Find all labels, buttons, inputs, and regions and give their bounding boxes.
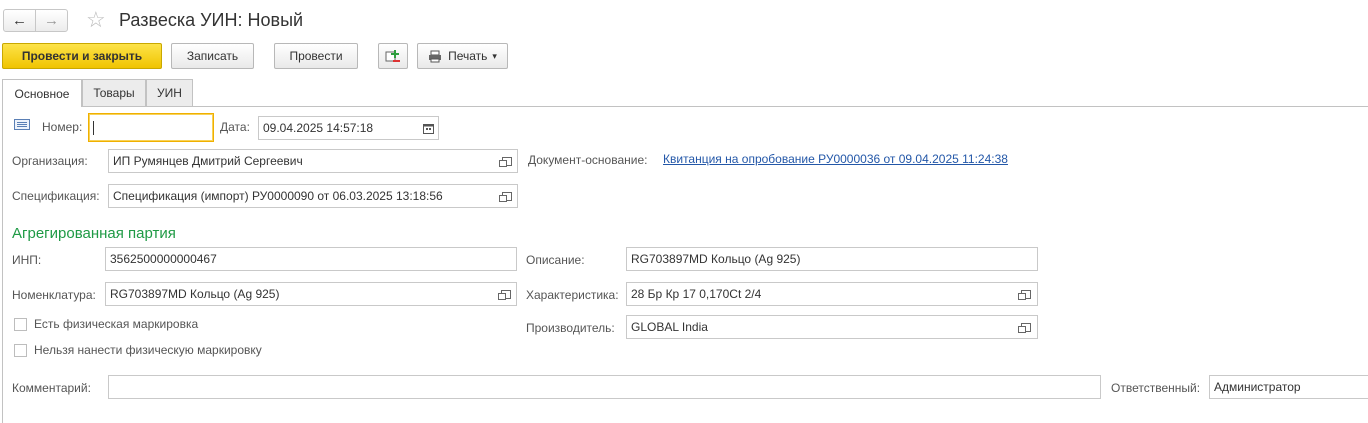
post-button[interactable]: Провести (274, 43, 358, 69)
tab-divider (2, 106, 1368, 107)
open-icon (1018, 322, 1031, 333)
page-title: Развеска УИН: Новый (119, 10, 304, 30)
manufacturer-field[interactable]: GLOBAL India (626, 315, 1038, 339)
characteristic-label: Характеристика: (526, 288, 619, 302)
organization-value: ИП Румянцев Дмитрий Сергеевич (113, 154, 303, 168)
nomenclature-value: RG703897MD Кольцо (Ag 925) (110, 287, 280, 301)
structure-button[interactable] (378, 43, 408, 69)
structure-icon (385, 50, 400, 62)
calendar-icon (422, 123, 434, 134)
no-physical-marking-label: Нельзя нанести физическую маркировку (34, 343, 262, 357)
characteristic-field[interactable]: 28 Бр Кр 17 0,170Ct 2/4 (626, 282, 1038, 306)
forward-button[interactable]: → (35, 9, 68, 32)
no-physical-marking-checkbox[interactable] (14, 344, 27, 357)
physical-marking-checkbox[interactable] (14, 318, 27, 331)
basis-document-link[interactable]: Квитанция на опробование РУ0000036 от 09… (663, 152, 1008, 166)
inp-field[interactable]: 3562500000000467 (105, 247, 517, 271)
chevron-down-icon: ▾ (492, 50, 497, 61)
number-field[interactable] (88, 113, 214, 142)
organization-open-button[interactable] (497, 150, 517, 172)
open-icon (498, 289, 511, 300)
tab-goods[interactable]: Товары (82, 79, 146, 106)
description-field[interactable]: RG703897MD Кольцо (Ag 925) (626, 247, 1038, 271)
date-value: 09.04.2025 14:57:18 (263, 121, 374, 135)
nomenclature-label: Номенклатура: (12, 288, 96, 302)
section-title: Агрегированная партия (12, 225, 176, 242)
back-button[interactable]: ← (3, 9, 36, 32)
tab-uin[interactable]: УИН (146, 79, 193, 106)
open-icon (499, 156, 512, 167)
printer-icon (429, 50, 442, 62)
favorite-star-icon[interactable]: ☆ (86, 7, 106, 33)
responsible-label: Ответственный: (1111, 381, 1201, 395)
save-button[interactable]: Записать (171, 43, 254, 69)
specification-open-button[interactable] (497, 185, 517, 207)
arrow-left-icon: ← (12, 12, 27, 29)
manufacturer-open-button[interactable] (1016, 316, 1036, 338)
post-and-close-button[interactable]: Провести и закрыть (2, 43, 162, 69)
nomenclature-field[interactable]: RG703897MD Кольцо (Ag 925) (105, 282, 517, 306)
number-label: Номер: (42, 120, 83, 134)
organization-field[interactable]: ИП Румянцев Дмитрий Сергеевич (108, 149, 518, 173)
specification-field[interactable]: Спецификация (импорт) РУ0000090 от 06.03… (108, 184, 518, 208)
text-caret (93, 120, 94, 135)
basis-document-label: Документ-основание: (528, 153, 648, 167)
date-field[interactable]: 09.04.2025 14:57:18 (258, 116, 439, 140)
open-icon (1018, 289, 1031, 300)
manufacturer-value: GLOBAL India (631, 320, 708, 334)
date-label: Дата: (220, 120, 250, 134)
open-icon (499, 191, 512, 202)
characteristic-open-button[interactable] (1016, 283, 1036, 305)
responsible-field[interactable]: Администратор (1209, 375, 1368, 399)
arrow-right-icon: → (44, 12, 59, 29)
nomenclature-open-button[interactable] (496, 283, 516, 305)
inp-value: 3562500000000467 (110, 252, 217, 266)
comment-field[interactable] (108, 375, 1101, 399)
description-value: RG703897MD Кольцо (Ag 925) (631, 252, 801, 266)
characteristic-value: 28 Бр Кр 17 0,170Ct 2/4 (631, 287, 762, 301)
physical-marking-label: Есть физическая маркировка (34, 317, 199, 331)
description-label: Описание: (526, 253, 585, 267)
inp-label: ИНП: (12, 253, 42, 267)
panel-border (2, 106, 3, 423)
calendar-button[interactable] (418, 117, 438, 139)
specification-value: Спецификация (импорт) РУ0000090 от 06.03… (113, 189, 443, 203)
organization-label: Организация: (12, 154, 88, 168)
print-button[interactable]: Печать ▾ (417, 43, 508, 69)
document-list-icon[interactable] (14, 119, 30, 130)
responsible-value: Администратор (1214, 380, 1301, 394)
comment-label: Комментарий: (12, 381, 91, 395)
tab-main[interactable]: Основное (2, 79, 82, 107)
manufacturer-label: Производитель: (526, 321, 615, 335)
specification-label: Спецификация: (12, 189, 100, 203)
print-label: Печать (448, 49, 488, 63)
